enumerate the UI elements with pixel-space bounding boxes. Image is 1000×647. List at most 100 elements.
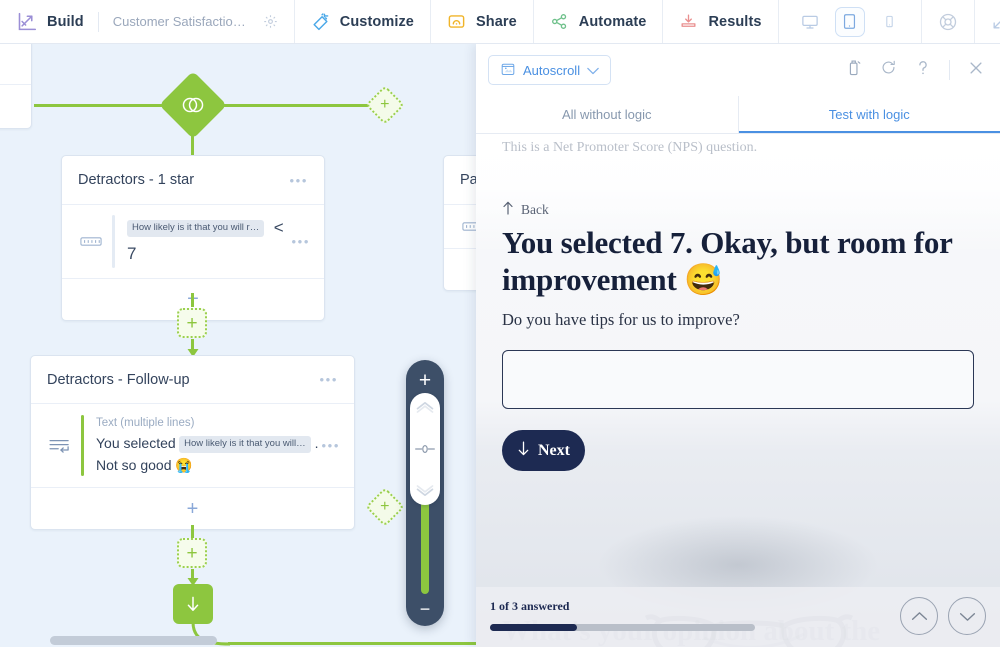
- toolbar-build-group[interactable]: Build Customer Satisfaction…: [0, 0, 295, 43]
- add-branch-node-2[interactable]: +: [365, 487, 405, 527]
- question-subtitle: Do you have tips for us to improve?: [502, 310, 740, 330]
- arrow-down-icon: [187, 596, 199, 611]
- question-reference-pill: How likely is it that you will r…: [127, 219, 265, 237]
- card-menu-button[interactable]: •••: [320, 373, 338, 386]
- chevron-down-icon: [959, 612, 975, 621]
- edge-down-2a: [191, 293, 194, 307]
- toolbar-results[interactable]: Results: [663, 0, 779, 43]
- help-question-icon[interactable]: [915, 59, 931, 82]
- answer-textarea[interactable]: [502, 350, 974, 410]
- device-mobile-button[interactable]: [875, 7, 905, 37]
- refresh-icon[interactable]: [880, 59, 897, 81]
- preview-panel: Autoscroll All without logic Test with l…: [476, 44, 1000, 647]
- toolbar-help[interactable]: [922, 0, 975, 43]
- zoom-out-button[interactable]: −: [420, 600, 431, 618]
- tab-test-with-logic[interactable]: Test with logic: [737, 96, 1000, 133]
- nav-up-button[interactable]: [900, 597, 938, 635]
- card-head: [0, 44, 31, 85]
- card-title: Detractors - 1 star: [78, 172, 195, 188]
- preview-toolbar: Autoscroll: [476, 44, 1000, 96]
- toolbar-customize[interactable]: Customize: [295, 0, 431, 43]
- jump-to-node[interactable]: [173, 584, 213, 624]
- toolbar-share[interactable]: Share: [431, 0, 534, 43]
- nav-down-button[interactable]: [948, 597, 986, 635]
- chevron-up-icon: [911, 611, 927, 620]
- next-label: Next: [538, 441, 570, 459]
- progress-fill: [490, 624, 578, 631]
- add-branch-node[interactable]: +: [365, 85, 405, 125]
- document-name[interactable]: Customer Satisfaction…: [113, 14, 253, 29]
- toolbar-divider: [97, 11, 99, 32]
- arrow-up-icon: [502, 201, 514, 219]
- preview-tabs: All without logic Test with logic: [476, 96, 1000, 134]
- app-root: Build Customer Satisfaction… Customize S…: [0, 0, 1000, 647]
- toolbar-automate[interactable]: Automate: [534, 0, 664, 43]
- nps-scale-icon: [74, 236, 108, 247]
- question-text-before: You selected: [96, 434, 176, 451]
- add-step-node-2[interactable]: +: [177, 538, 207, 568]
- autoscroll-icon: [500, 61, 516, 80]
- device-desktop-button[interactable]: [795, 7, 825, 37]
- row-question: Text (multiple lines) You selected How l…: [96, 415, 322, 476]
- card-row[interactable]: [0, 85, 31, 129]
- survey-nav: [900, 597, 986, 635]
- zoom-in-button[interactable]: +: [419, 370, 431, 391]
- long-text-icon: [43, 437, 77, 455]
- chevron-down-icon[interactable]: [587, 63, 599, 78]
- chevron-down-icon[interactable]: [415, 485, 435, 497]
- share-icon: [447, 12, 466, 31]
- card-offscreen-left[interactable]: [0, 44, 32, 129]
- device-tablet-button[interactable]: [834, 6, 865, 37]
- next-button[interactable]: Next: [502, 430, 585, 472]
- tab-all-without-logic[interactable]: All without logic: [476, 96, 738, 133]
- chevron-up-icon[interactable]: [415, 401, 435, 413]
- results-icon: [679, 12, 698, 31]
- add-step-node-1[interactable]: +: [177, 308, 207, 338]
- gear-icon[interactable]: [263, 14, 278, 29]
- edge-left: [34, 104, 174, 107]
- close-icon[interactable]: [968, 60, 984, 81]
- question-title: You selected 7. Okay, but room for impro…: [502, 225, 953, 297]
- question-reference-pill: How likely is it that you will r…: [179, 436, 312, 453]
- zoom-track[interactable]: [410, 393, 440, 594]
- tab-label: Test with logic: [828, 107, 910, 122]
- magic-wand-icon: [311, 12, 330, 31]
- card-condition-row[interactable]: How likely is it that you will r… < 7 ••…: [62, 205, 324, 279]
- share-label: Share: [475, 13, 517, 30]
- autoscroll-button[interactable]: Autoscroll: [488, 55, 612, 85]
- plus-icon: +: [380, 498, 390, 515]
- plus-icon: +: [380, 96, 390, 113]
- top-toolbar: Build Customer Satisfaction… Customize S…: [0, 0, 1000, 44]
- toolbar-expand[interactable]: [975, 0, 1000, 43]
- device-test-icon[interactable]: [847, 59, 862, 82]
- back-label: Back: [521, 202, 549, 217]
- zoom-slider-widget[interactable]: + −: [406, 360, 444, 626]
- card-add-row-button[interactable]: +: [31, 488, 354, 529]
- build-icon: [16, 11, 37, 32]
- results-label: Results: [708, 13, 762, 30]
- merge-circles-icon: [180, 94, 206, 116]
- card-menu-button[interactable]: •••: [290, 174, 308, 187]
- device-selector: [779, 0, 922, 43]
- divider: [949, 60, 950, 80]
- row-menu-button[interactable]: •••: [322, 439, 340, 452]
- card-header: Detractors - 1 star •••: [62, 156, 324, 205]
- automate-label: Automate: [578, 13, 647, 30]
- expand-icon[interactable]: [991, 12, 1000, 31]
- back-button[interactable]: Back: [502, 201, 974, 219]
- plus-icon: +: [186, 497, 199, 520]
- row-menu-button[interactable]: •••: [292, 235, 310, 248]
- card-header: Detractors - Follow-up •••: [31, 356, 354, 404]
- slider-handle-icon[interactable]: [414, 443, 436, 455]
- preview-stage[interactable]: This is a Net Promoter Score (NPS) quest…: [476, 134, 1000, 647]
- zoom-knob[interactable]: [410, 393, 440, 505]
- card-detractors-follow-up[interactable]: Detractors - Follow-up ••• Text (multipl…: [30, 355, 355, 531]
- autoscroll-label: Autoscroll: [523, 62, 581, 78]
- lifebuoy-icon[interactable]: [938, 12, 958, 32]
- preview-actions: [847, 59, 988, 82]
- edge-bottom: [228, 642, 488, 645]
- canvas-horizontal-scrollbar[interactable]: [50, 636, 217, 645]
- survey-content: This is a Net Promoter Score (NPS) quest…: [476, 134, 1000, 472]
- row-condition: How likely is it that you will r… < 7: [127, 215, 292, 268]
- card-question-row[interactable]: Text (multiple lines) You selected How l…: [31, 404, 354, 489]
